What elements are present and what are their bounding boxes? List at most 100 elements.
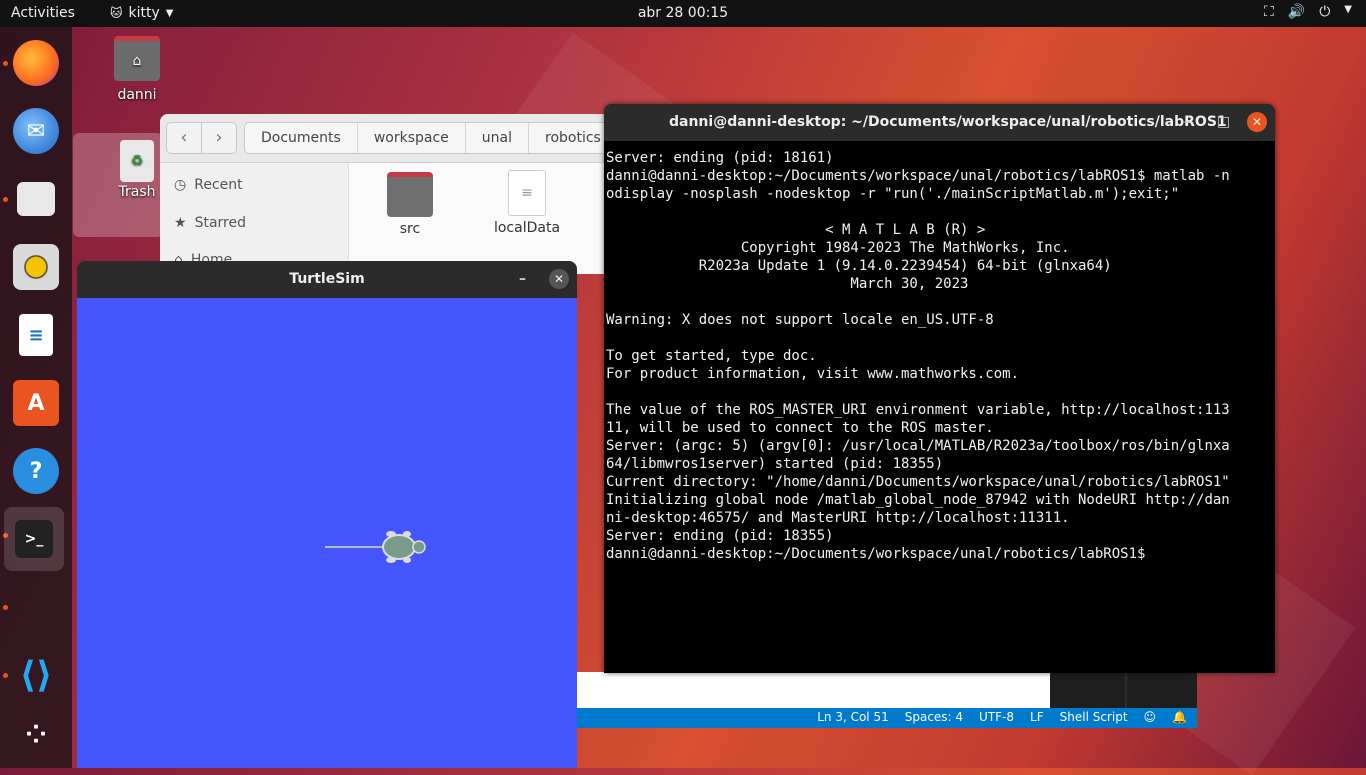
help-icon: ? (13, 448, 59, 494)
files-icon (17, 182, 55, 216)
language-mode[interactable]: Shell Script (1060, 710, 1128, 724)
terminal-line: danni@danni-desktop:~/Documents/workspac… (606, 546, 1146, 562)
encoding[interactable]: UTF-8 (979, 710, 1014, 724)
maximize-button[interactable]: □ (1217, 104, 1230, 141)
rhythmbox-icon (13, 244, 59, 290)
power-icon: ⏻ (1319, 4, 1331, 20)
cursor-position[interactable]: Ln 3, Col 51 (817, 710, 889, 724)
back-button[interactable]: ‹ (166, 122, 202, 154)
breadcrumb-item[interactable]: workspace (358, 123, 466, 153)
bell-icon[interactable]: 🔔 (1172, 710, 1187, 724)
trash-icon: ♻ (120, 140, 154, 182)
show-apps-button[interactable]: ⁘ (8, 707, 64, 763)
divider (1125, 672, 1127, 708)
file-manager-header: ‹ › Documents workspace unal robotics (160, 114, 610, 163)
file-item-src[interactable]: src (382, 172, 438, 237)
breadcrumb: Documents workspace unal robotics (244, 122, 610, 154)
terminal-line: Warning: X does not support locale en_US… (606, 312, 994, 328)
forward-button[interactable]: › (201, 122, 237, 154)
folder-icon (387, 172, 433, 217)
minimize-button[interactable]: – (519, 261, 526, 298)
system-tray[interactable]: ⛶ 🔊 ⏻ ▼ (1264, 4, 1352, 20)
thunderbird-icon: ✉ (13, 108, 59, 154)
clock[interactable]: abr 28 00:15 (0, 5, 1366, 21)
terminal-line: To get started, type doc. (606, 348, 817, 364)
terminal-line: 64/libmwros1server) started (pid: 18355) (606, 456, 944, 472)
star-icon: ★ (174, 215, 187, 231)
app-grid-icon: ⁘ (25, 720, 47, 750)
breadcrumb-item[interactable]: unal (466, 123, 529, 153)
file-manager-window: ‹ › Documents workspace unal robotics ◷ R… (160, 114, 610, 274)
line-ending[interactable]: LF (1030, 710, 1044, 724)
terminal-line: Server: ending (pid: 18161) (606, 150, 834, 166)
terminal-line: Server: (argc: 5) (argv[0]: /usr/local/M… (606, 438, 1230, 454)
software-icon: A (13, 380, 59, 426)
vscode-launcher[interactable]: ⟨⟩ (8, 647, 64, 703)
files-launcher[interactable] (8, 171, 64, 227)
terminal-line: R2023a Update 1 (9.14.0.2239454) 64-bit … (606, 258, 1112, 274)
help-launcher[interactable]: ? (8, 443, 64, 499)
network-icon: ⛶ (1263, 4, 1274, 20)
terminal-line: ni-desktop:46575/ and MasterURI http://l… (606, 510, 1070, 526)
vscode-status-bar: Ln 3, Col 51 Spaces: 4 UTF-8 LF Shell Sc… (577, 708, 1197, 728)
window-title: TurtleSim (289, 271, 365, 287)
text-file-icon: ≡ (508, 170, 546, 216)
terminal-window: danni@danni-desktop: ~/Documents/workspa… (604, 104, 1275, 673)
file-item-label: localData (493, 220, 561, 236)
close-button[interactable]: ✕ (549, 269, 569, 289)
kitty-launcher[interactable]: >_ (4, 507, 64, 571)
sidebar-item-label: Recent (194, 177, 243, 193)
sidebar: ◷ Recent ★ Starred ⌂ Home (160, 163, 349, 274)
close-button[interactable]: ✕ (1247, 112, 1267, 132)
writer-launcher[interactable]: ≡ (8, 307, 64, 363)
running-indicator (3, 605, 8, 610)
writer-icon: ≡ (19, 314, 53, 356)
sidebar-item-starred[interactable]: ★ Starred (174, 215, 246, 231)
vscode-icon: ⟨⟩ (19, 654, 53, 696)
kitty-icon: >_ (15, 520, 53, 558)
sidebar-item-recent[interactable]: ◷ Recent (174, 177, 243, 193)
rhythmbox-launcher[interactable] (8, 239, 64, 295)
terminal-line: odisplay -nosplash -nodesktop -r "run('.… (606, 186, 1180, 202)
terminal-line: Server: ending (pid: 18355) (606, 528, 834, 544)
terminal-line: Current directory: "/home/danni/Document… (606, 474, 1230, 490)
desktop-home-folder[interactable]: ⌂ danni (97, 36, 177, 103)
terminal-titlebar: danni@danni-desktop: ~/Documents/workspa… (604, 104, 1275, 141)
turtle-drawing (325, 531, 426, 563)
turtlesim-window: TurtleSim – ✕ (77, 261, 577, 768)
breadcrumb-item[interactable]: robotics (529, 123, 610, 153)
turtlesim-titlebar: TurtleSim – ✕ (77, 261, 577, 298)
breadcrumb-item[interactable]: Documents (245, 123, 358, 153)
file-item-label: src (399, 221, 421, 237)
sidebar-item-label: Starred (194, 215, 246, 231)
software-launcher[interactable]: A (8, 375, 64, 431)
home-folder-icon: ⌂ (114, 36, 160, 81)
chevron-down-icon: ▼ (1344, 4, 1352, 15)
terminal-line: Copyright 1984-2023 The MathWorks, Inc. (606, 240, 1070, 256)
terminal-line: danni@danni-desktop:~/Documents/workspac… (606, 168, 1230, 184)
terminal-line: The value of the ROS_MASTER_URI environm… (606, 402, 1230, 418)
firefox-launcher[interactable] (8, 35, 64, 91)
minimize-button[interactable]: – (1184, 104, 1191, 141)
volume-icon: 🔊 (1287, 4, 1306, 20)
terminal-line: Initializing global node /matlab_global_… (606, 492, 1230, 508)
dock: ✉ ≡ A ? >_ ⟨⟩ ⁘ (0, 27, 72, 768)
terminal-line: March 30, 2023 (606, 276, 969, 292)
vscode-editor-area (577, 672, 1050, 708)
turtlesim-canvas (77, 298, 577, 768)
turtle-icon (382, 531, 426, 563)
terminal-line: < M A T L A B (R) > (606, 222, 986, 238)
firefox-icon (13, 40, 59, 86)
terminal-line: 11, will be used to connect to the ROS m… (606, 420, 994, 436)
feedback-icon[interactable]: ☺ (1144, 710, 1157, 724)
indentation[interactable]: Spaces: 4 (905, 710, 963, 724)
window-title: danni@danni-desktop: ~/Documents/workspa… (669, 114, 1227, 130)
file-item-localdata[interactable]: ≡ localData (492, 170, 562, 236)
thunderbird-launcher[interactable]: ✉ (8, 103, 64, 159)
top-bar: Activities 🐱 kitty ▼ abr 28 00:15 ⛶ 🔊 ⏻ … (0, 0, 1366, 27)
terminal-output[interactable]: Server: ending (pid: 18161) danni@danni-d… (606, 149, 1230, 563)
home-folder-label: danni (117, 87, 157, 103)
